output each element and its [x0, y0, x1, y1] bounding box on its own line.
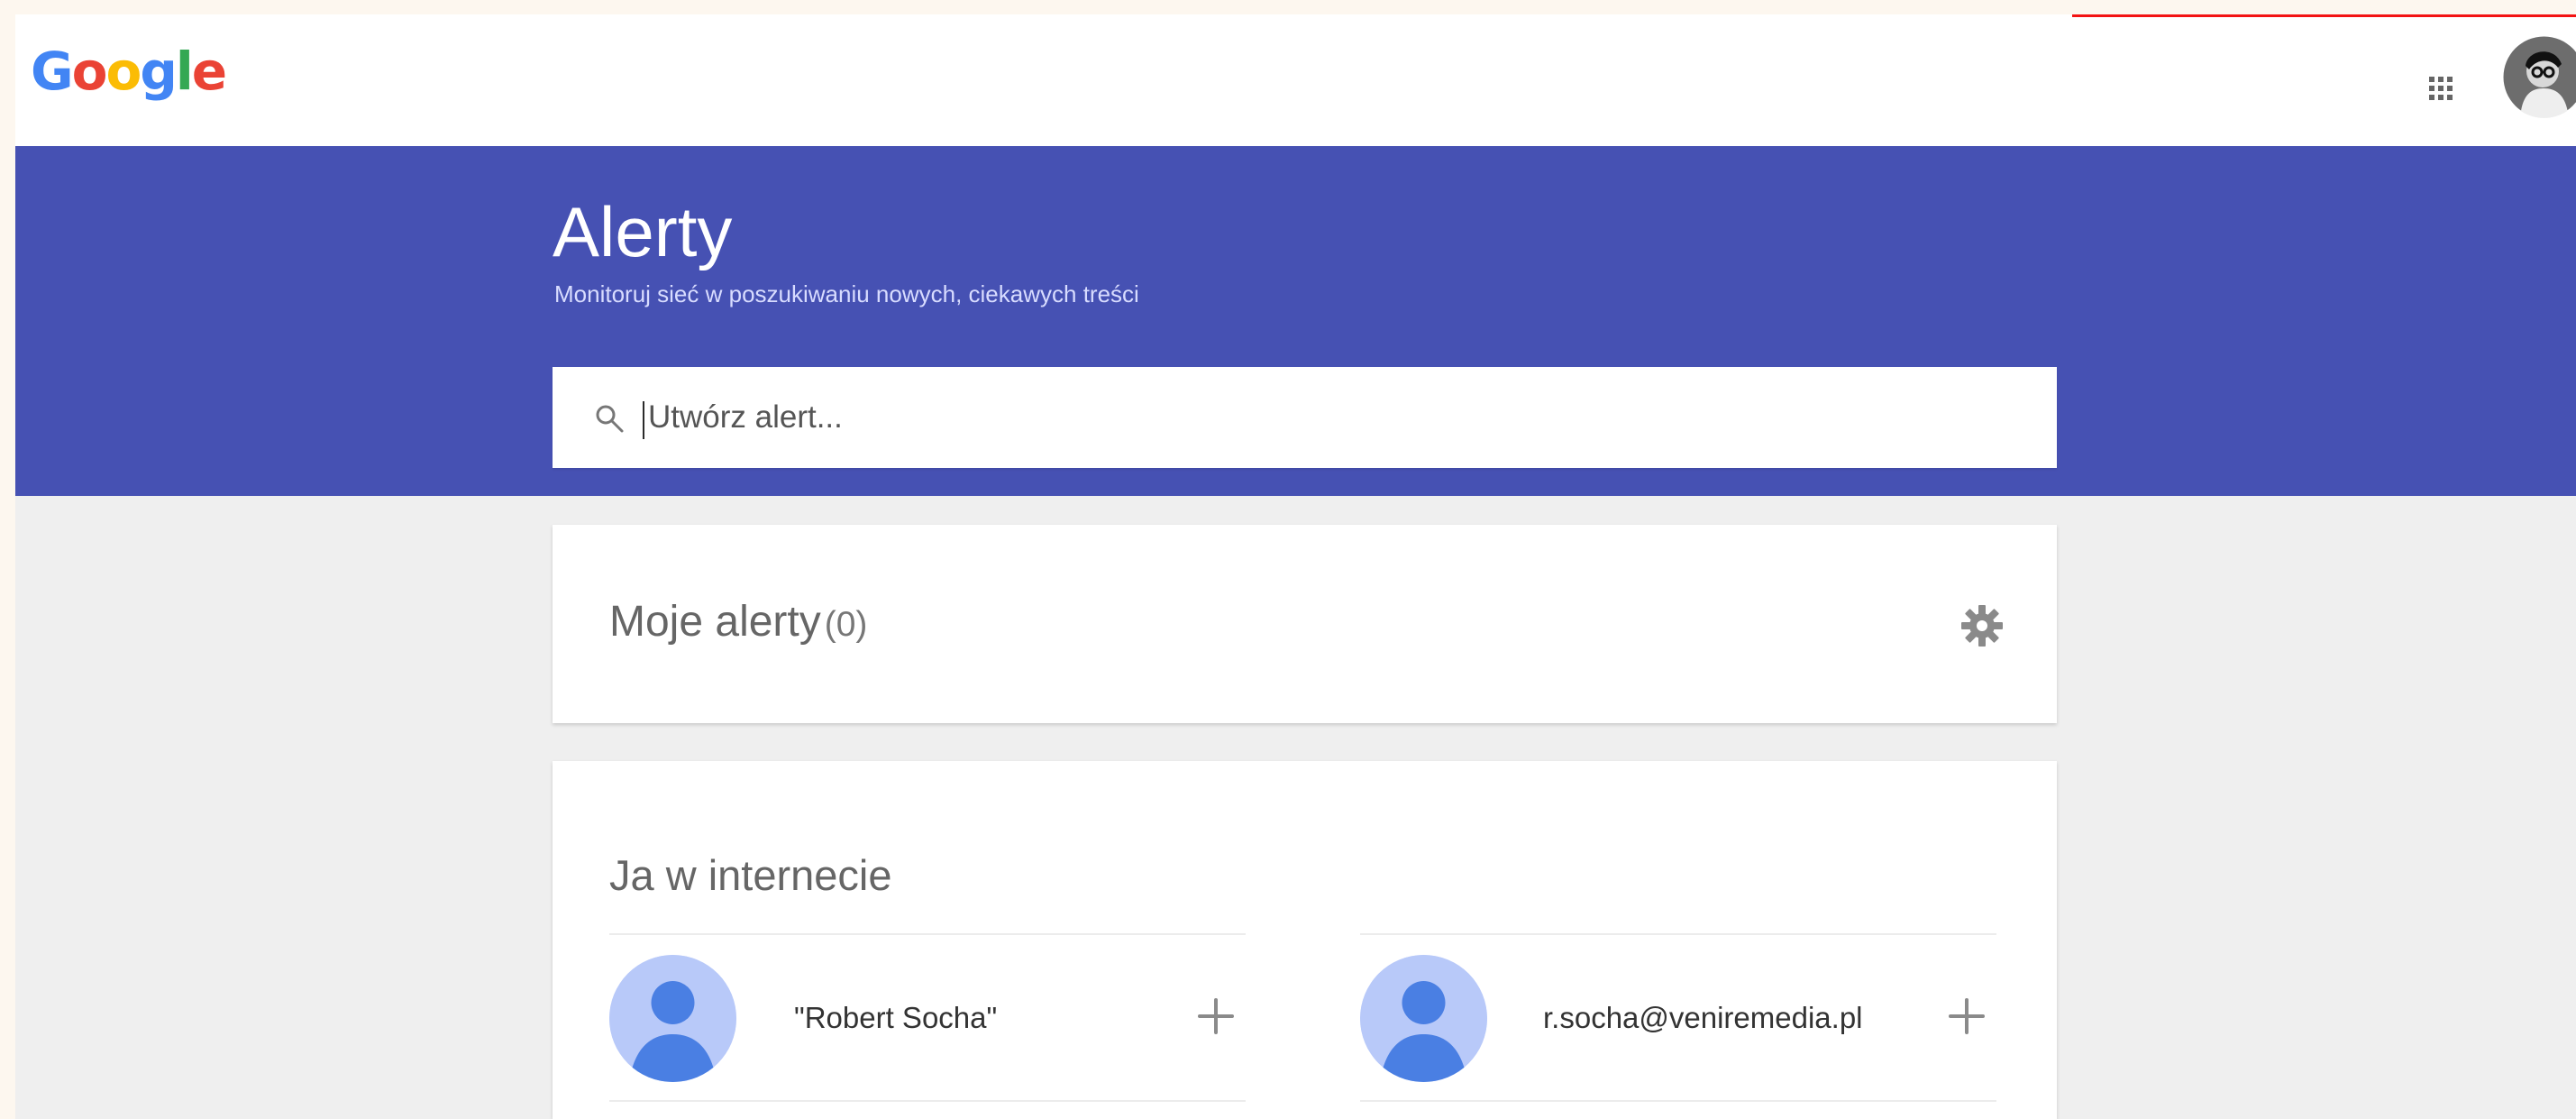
my-alerts-card: Moje alerty (0)	[553, 525, 2057, 723]
web-presence-card: Ja w internecie "Robert Socha" r.socha@v…	[553, 761, 2057, 1119]
web-presence-title: Ja w internecie	[609, 851, 892, 899]
logo-letter-o-2: o	[105, 41, 142, 102]
suggestion-divider-bottom-right	[1360, 1100, 1996, 1102]
my-alerts-heading: Moje alerty (0)	[609, 597, 867, 647]
profile-avatar-icon[interactable]	[2503, 36, 2576, 118]
google-alerts-page: Google Alerty Monitoruj sieć w poszukiwa…	[15, 14, 2576, 1119]
alerts-header-panel: Alerty Monitoruj sieć w poszukiwaniu now…	[15, 146, 2576, 496]
top-bar: Google	[15, 14, 2576, 146]
search-icon	[596, 405, 624, 433]
create-alert-input[interactable]	[648, 367, 1955, 468]
person-avatar-icon	[1360, 955, 1487, 1082]
page-title: Alerty	[553, 192, 733, 271]
my-alerts-count: (0)	[824, 605, 868, 644]
google-logo[interactable]: Google	[31, 41, 227, 102]
logo-letter-g-2: g	[140, 41, 178, 102]
logo-letter-e: e	[191, 41, 227, 102]
text-cursor	[643, 401, 644, 439]
logo-letter-g: G	[31, 41, 74, 102]
suggestion-divider-bottom-left	[609, 1100, 1246, 1102]
add-email-alert-button[interactable]	[1943, 993, 1990, 1040]
logo-letter-o-1: o	[71, 41, 108, 102]
page-subtitle: Monitoruj sieć w poszukiwaniu nowych, ci…	[554, 280, 1139, 307]
apps-grid-icon[interactable]	[2413, 60, 2467, 115]
suggestion-divider-top-left	[609, 933, 1246, 935]
suggestion-divider-top-right	[1360, 933, 1996, 935]
my-alerts-title: Moje alerty	[609, 598, 821, 646]
suggestion-label-name: "Robert Socha"	[794, 1001, 998, 1034]
top-accent-bar	[2072, 14, 2576, 17]
suggestion-label-email: r.socha@veniremedia.pl	[1543, 1001, 1863, 1034]
create-alert-search-box[interactable]	[553, 367, 2057, 468]
person-avatar-icon	[609, 955, 736, 1082]
add-name-alert-button[interactable]	[1192, 993, 1239, 1040]
gear-icon[interactable]	[1959, 602, 2005, 649]
logo-letter-l: l	[175, 41, 194, 102]
